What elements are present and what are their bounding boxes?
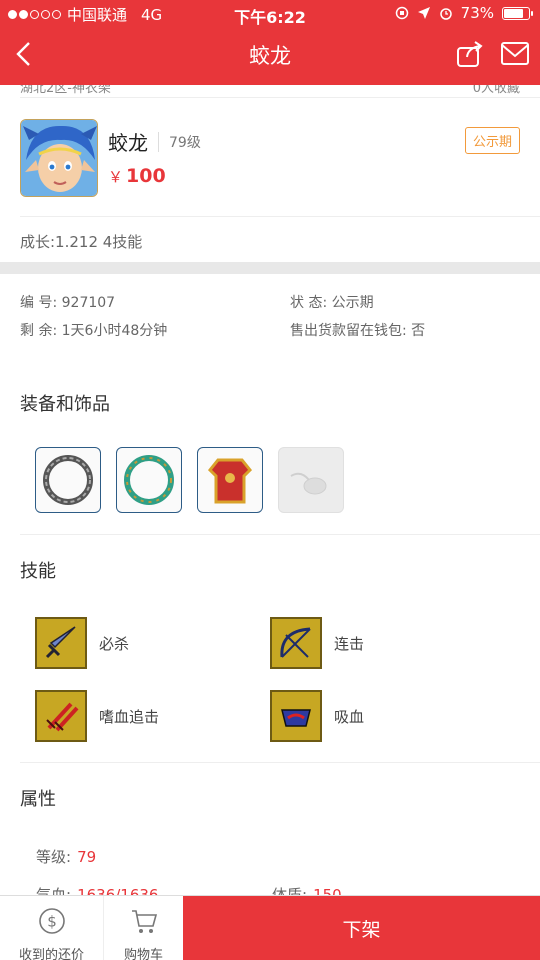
- attr-hp-value: 1636/1636: [77, 886, 159, 895]
- info-id-value: 927107: [61, 295, 116, 311]
- pet-price: ￥ 100: [108, 165, 166, 187]
- price-value: 100: [126, 165, 166, 187]
- server-name: 湖北2区-神农架: [20, 85, 111, 96]
- info-remain-label: 剩 余:: [20, 323, 58, 339]
- equipment-slot-2[interactable]: [116, 447, 182, 513]
- equipment-slot-4[interactable]: [278, 447, 344, 513]
- bargain-label: 收到的还价: [18, 948, 84, 960]
- svg-text:$: $: [47, 913, 57, 931]
- jade-ring-icon: [124, 455, 174, 505]
- cart-icon: [131, 910, 157, 933]
- info-id: 编 号: 927107: [20, 292, 115, 312]
- nav-bar: 蛟龙: [0, 28, 540, 85]
- info-id-label: 编 号:: [20, 295, 58, 311]
- favorite-count: 0人收藏: [472, 85, 520, 96]
- skill-name: 嗜血追击: [99, 707, 160, 726]
- attr-level: 等级: 79: [36, 846, 96, 867]
- rotation-lock-icon: [395, 6, 408, 20]
- equipment-slot-1[interactable]: [35, 447, 101, 513]
- equipment-slot-3[interactable]: [197, 447, 263, 513]
- delist-button[interactable]: 下架: [183, 896, 540, 960]
- info-remain-value: 1天6小时48分钟: [61, 323, 168, 339]
- pet-avatar: [20, 119, 98, 197]
- divider: [20, 534, 540, 535]
- mail-icon[interactable]: [500, 41, 530, 67]
- currency-symbol: ￥: [108, 168, 124, 186]
- skill-name: 吸血: [334, 707, 365, 726]
- attr-con: 体质: 150: [272, 884, 342, 895]
- pet-name: 蛟龙: [108, 131, 148, 155]
- status-bar: 中国联通 4G 下午6:22 73%: [0, 0, 540, 28]
- equipment-section-title: 装备和饰品: [20, 394, 110, 415]
- section-separator: [0, 262, 540, 274]
- skill-item[interactable]: 嗜血追击: [35, 690, 159, 742]
- cart-tab[interactable]: 购物车: [103, 896, 183, 960]
- cart-label: 购物车: [123, 948, 163, 960]
- battery-icon: [502, 6, 533, 20]
- info-wallet-value: 否: [411, 323, 426, 339]
- skill-item[interactable]: 连击: [270, 617, 364, 669]
- detail-content[interactable]: 湖北2区-神农架 0人收藏 蛟龙 79级 ￥ 100 公示期 成长:1.212 …: [0, 85, 540, 895]
- status-right: 73%: [395, 4, 533, 22]
- attributes-section-title: 属性: [20, 789, 56, 810]
- dark-ring-icon: [43, 455, 93, 505]
- attr-level-label: 等级:: [36, 848, 72, 866]
- battery-percent: 73%: [460, 4, 494, 22]
- pet-level: 79级: [158, 132, 201, 152]
- empty-slot-icon: [290, 472, 327, 495]
- attr-hp: 气血: 1636/1636: [36, 884, 158, 895]
- app-screen: 中国联通 4G 下午6:22 73% 蛟龙 湖北2区-神农架 0人收藏 蛟龙 7…: [0, 0, 540, 960]
- bargain-tab[interactable]: $ 收到的还价: [0, 896, 103, 960]
- attr-hp-label: 气血:: [36, 886, 72, 895]
- armor-icon: [207, 458, 253, 504]
- divider: [20, 97, 540, 98]
- skill-name: 连击: [334, 634, 365, 653]
- skill-item[interactable]: 吸血: [270, 690, 364, 742]
- pet-growth: 成长:1.212 4技能: [20, 233, 143, 251]
- attr-con-value: 150: [313, 886, 342, 895]
- info-wallet-label: 售出货款留在钱包:: [290, 323, 407, 339]
- bow-icon: [270, 617, 322, 669]
- divider: [20, 216, 540, 217]
- top-bar: 中国联通 4G 下午6:22 73% 蛟龙: [0, 0, 540, 85]
- bottom-action-bar: $ 收到的还价 购物车 下架: [0, 895, 540, 960]
- info-state-label: 状 态:: [290, 295, 328, 311]
- skills-section-title: 技能: [20, 561, 56, 582]
- skill-item[interactable]: 必杀: [35, 617, 129, 669]
- divider: [20, 762, 540, 763]
- attr-con-label: 体质:: [272, 886, 308, 895]
- info-state: 状 态: 公示期: [290, 292, 374, 312]
- info-wallet: 售出货款留在钱包: 否: [290, 320, 425, 340]
- sword-icon: [35, 617, 87, 669]
- blood-drain-icon: [270, 690, 322, 742]
- server-row: 湖北2区-神农架 0人收藏: [20, 85, 520, 96]
- share-icon[interactable]: [456, 40, 484, 68]
- dollar-circle-icon: $: [38, 908, 65, 934]
- info-state-value: 公示期: [331, 295, 374, 311]
- status-badge: 公示期: [464, 127, 520, 154]
- info-remain: 剩 余: 1天6小时48分钟: [20, 320, 167, 340]
- attr-level-value: 79: [77, 848, 97, 866]
- alarm-icon: [439, 8, 452, 20]
- blood-swords-icon: [35, 690, 87, 742]
- skill-name: 必杀: [99, 634, 130, 653]
- location-arrow-icon: [417, 7, 430, 19]
- pet-summary-card: 蛟龙 79级 ￥ 100 公示期: [20, 119, 520, 215]
